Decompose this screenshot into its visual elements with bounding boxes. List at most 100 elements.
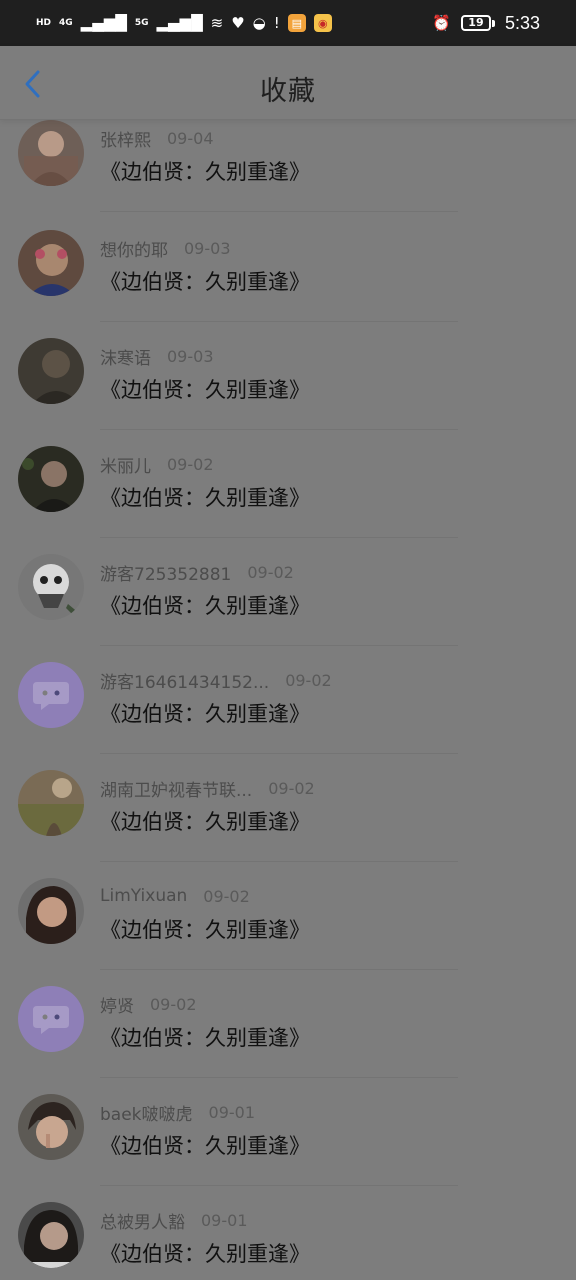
book-title[interactable]: 《边伯贤：久别重逢》 — [100, 698, 310, 728]
item-meta: 米丽儿 09-02 — [100, 452, 214, 477]
avatar[interactable] — [18, 878, 84, 944]
book-title[interactable]: 《边伯贤：久别重逢》 — [100, 156, 310, 186]
book-title[interactable]: 《边伯贤：久别重逢》 — [100, 482, 310, 512]
divider — [100, 321, 458, 322]
list-item[interactable]: 游客725352881 09-02 《边伯贤：久别重逢》 — [0, 554, 576, 662]
status-left: HD 4G ▂▄▆█ 5G ▂▄▆█ ≋ ♥ ◒ ! ▤ ◉ — [36, 14, 332, 32]
divider — [100, 429, 458, 430]
book-title[interactable]: 《边伯贤：久别重逢》 — [100, 374, 310, 404]
avatar[interactable] — [18, 662, 84, 728]
status-bar: HD 4G ▂▄▆█ 5G ▂▄▆█ ≋ ♥ ◒ ! ▤ ◉ ⏰ 19 5:33 — [0, 0, 576, 46]
user-name: 沫寒语 — [100, 348, 151, 369]
user-name: LimYixuan — [100, 886, 188, 906]
item-date: 09-01 — [201, 1210, 248, 1230]
clock: 5:33 — [504, 12, 540, 33]
heart-icon: ♥ — [231, 13, 245, 32]
book-title[interactable]: 《边伯贤：久别重逢》 — [100, 266, 310, 296]
item-date: 09-02 — [203, 886, 250, 906]
user-name: 游客16461434152... — [100, 672, 270, 693]
item-meta: 张梓熙 09-04 — [100, 126, 214, 151]
list-item[interactable]: 张梓熙 09-04 《边伯贤：久别重逢》 — [0, 120, 576, 228]
divider — [100, 1185, 458, 1186]
avatar[interactable] — [18, 230, 84, 296]
page-title: 收藏 — [260, 76, 316, 107]
book-title[interactable]: 《边伯贤：久别重逢》 — [100, 1238, 310, 1268]
wechat-icon: ◒ — [252, 13, 266, 32]
signal-icon: ▂▄▆█ — [156, 13, 203, 32]
list-item[interactable]: LimYixuan 09-02 《边伯贤：久别重逢》 — [0, 878, 576, 986]
divider — [100, 753, 458, 754]
divider — [100, 969, 458, 970]
user-name: 米丽儿 — [100, 456, 151, 477]
item-date: 09-03 — [184, 238, 231, 258]
divider — [100, 861, 458, 862]
divider — [100, 211, 458, 212]
list-item[interactable]: 米丽儿 09-02 《边伯贤：久别重逢》 — [0, 446, 576, 554]
list-item[interactable]: 想你的耶 09-03 《边伯贤：久别重逢》 — [0, 230, 576, 338]
item-date: 09-04 — [167, 128, 214, 148]
warning-icon: ! — [273, 13, 280, 32]
book-title[interactable]: 《边伯贤：久别重逢》 — [100, 1022, 310, 1052]
user-name: 游客725352881 — [100, 564, 232, 585]
book-title[interactable]: 《边伯贤：久别重逢》 — [100, 1130, 310, 1160]
item-date: 09-03 — [167, 346, 214, 366]
list-item[interactable]: 游客16461434152... 09-02 《边伯贤：久别重逢》 — [0, 662, 576, 770]
avatar[interactable] — [18, 446, 84, 512]
item-date: 09-02 — [285, 670, 332, 690]
avatar[interactable] — [18, 554, 84, 620]
favorites-list: 张梓熙 09-04 《边伯贤：久别重逢》 想你的耶 09-03 《边伯贤：久别重… — [0, 120, 576, 1280]
status-right: ⏰ 19 5:33 — [432, 13, 540, 34]
list-item[interactable]: 湖南卫妒视春节联... 09-02 《边伯贤：久别重逢》 — [0, 770, 576, 878]
chat-bubble-icon — [33, 682, 69, 710]
battery-level: 19 — [460, 15, 491, 31]
user-name: 湖南卫妒视春节联... — [100, 780, 253, 801]
item-date: 09-01 — [208, 1102, 256, 1122]
network-type-2: 5G — [134, 17, 149, 28]
signal-icon: ▂▄▆█ — [80, 13, 127, 32]
battery-icon: 19 — [460, 15, 495, 31]
item-meta: 游客725352881 09-02 — [100, 560, 294, 585]
item-meta: 湖南卫妒视春节联... 09-02 — [100, 776, 315, 801]
item-meta: 想你的耶 09-03 — [100, 236, 231, 261]
weibo-icon: ◉ — [313, 14, 332, 32]
avatar[interactable] — [18, 986, 84, 1052]
item-meta: 沫寒语 09-03 — [100, 344, 214, 369]
divider — [100, 1077, 458, 1078]
wifi-icon: ≋ — [210, 13, 224, 32]
item-date: 09-02 — [247, 562, 294, 582]
app-notification-icon: ▤ — [287, 14, 306, 32]
item-meta: 总被男人豁 09-01 — [100, 1208, 248, 1233]
divider — [100, 645, 458, 646]
avatar[interactable] — [18, 1094, 84, 1160]
item-date: 09-02 — [167, 454, 214, 474]
divider — [100, 537, 458, 538]
list-item[interactable]: 婷贤 09-02 《边伯贤：久别重逢》 — [0, 986, 576, 1094]
avatar[interactable] — [18, 338, 84, 404]
battery-tip — [491, 19, 495, 27]
list-item[interactable]: baek啵啵虎 09-01 《边伯贤：久别重逢》 — [0, 1094, 576, 1202]
user-name: 婷贤 — [100, 996, 134, 1017]
top-nav-bar: 收藏 — [0, 46, 576, 120]
avatar[interactable] — [18, 120, 84, 186]
user-name: 想你的耶 — [100, 240, 168, 261]
book-title[interactable]: 《边伯贤：久别重逢》 — [100, 806, 310, 836]
network-type-1: 4G — [59, 17, 73, 28]
avatar[interactable] — [18, 1202, 84, 1268]
item-meta: LimYixuan 09-02 — [100, 884, 250, 908]
list-item[interactable]: 沫寒语 09-03 《边伯贤：久别重逢》 — [0, 338, 576, 446]
list-item[interactable]: 总被男人豁 09-01 《边伯贤：久别重逢》 — [0, 1202, 576, 1280]
book-title[interactable]: 《边伯贤：久别重逢》 — [100, 590, 310, 620]
book-title[interactable]: 《边伯贤：久别重逢》 — [100, 914, 310, 944]
alarm-icon: ⏰ — [432, 13, 451, 32]
item-date: 09-02 — [150, 994, 197, 1014]
item-date: 09-02 — [268, 778, 315, 798]
user-name: 总被男人豁 — [100, 1212, 185, 1233]
chat-bubble-icon — [33, 1006, 69, 1034]
item-meta: baek啵啵虎 09-01 — [100, 1100, 256, 1125]
item-meta: 游客16461434152... 09-02 — [100, 668, 332, 693]
user-name: baek啵啵虎 — [100, 1104, 193, 1125]
user-name: 张梓熙 — [100, 130, 151, 151]
avatar[interactable] — [18, 770, 84, 836]
item-meta: 婷贤 09-02 — [100, 992, 197, 1017]
hd-icon: HD — [36, 17, 52, 28]
